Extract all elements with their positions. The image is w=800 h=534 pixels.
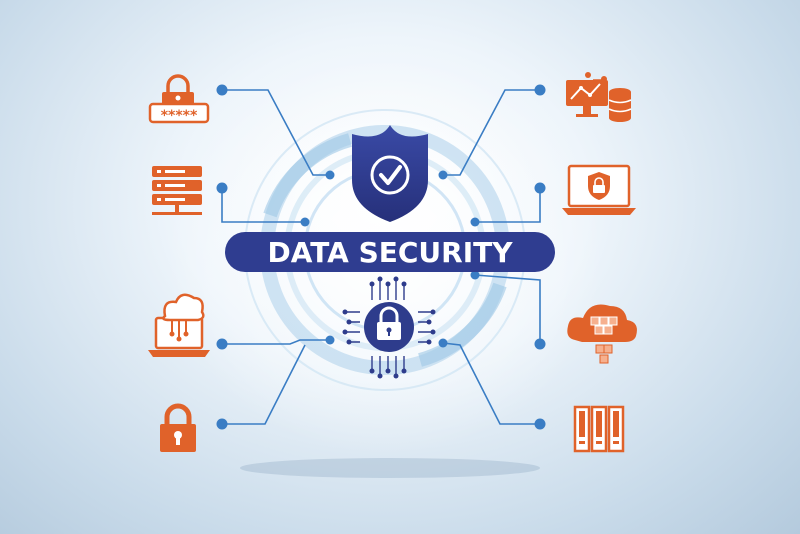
node-dot xyxy=(216,418,228,430)
database-icon xyxy=(608,88,632,122)
node-dot xyxy=(470,217,480,227)
node-dot xyxy=(300,217,310,227)
password-lock-icon: ***** xyxy=(148,74,210,124)
node-dot xyxy=(438,338,448,348)
node-dot xyxy=(325,170,335,180)
cloud-laptop-icon xyxy=(148,293,210,357)
padlock-icon xyxy=(160,403,196,452)
title-banner: DATA SECURITY xyxy=(225,232,555,272)
banner-title: DATA SECURITY xyxy=(267,236,513,269)
node-dot xyxy=(534,338,546,350)
analytics-database-icon xyxy=(566,72,632,122)
node-dot xyxy=(325,335,335,345)
node-dot xyxy=(216,84,228,96)
node-dot xyxy=(534,418,546,430)
node-dot xyxy=(438,170,448,180)
node-dot xyxy=(216,182,228,194)
floor-shadow xyxy=(240,458,540,478)
node-dot xyxy=(216,338,228,350)
node-dot xyxy=(534,84,546,96)
node-dot xyxy=(534,182,546,194)
data-security-illustration: DATA SECURITY ***** xyxy=(148,55,637,478)
server-rack-icon xyxy=(573,405,625,453)
svg-text:*****: ***** xyxy=(161,108,198,124)
